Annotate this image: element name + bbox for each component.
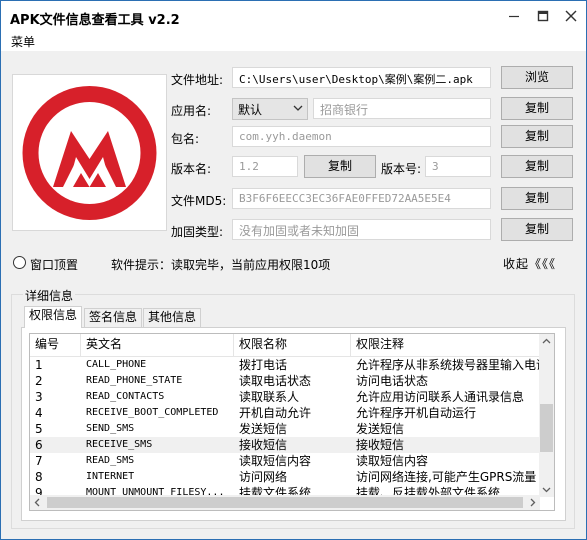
- cell-permission-name: 拨打电话: [239, 358, 288, 372]
- vertical-scrollbar[interactable]: [539, 334, 554, 497]
- app-logo-icon: [21, 83, 158, 222]
- cell-index: 3: [35, 390, 43, 404]
- menu-bar: 菜单: [1, 31, 586, 51]
- table-row[interactable]: 1 CALL_PHONE 拨打电话 允许程序从非系统拨号器里输入电话: [30, 357, 540, 373]
- language-select-value: 默认: [238, 103, 263, 117]
- column-header-english-name[interactable]: 英文名: [81, 334, 234, 356]
- cell-permission-note: 发送短信: [356, 422, 405, 436]
- copy-package-button[interactable]: 复制: [501, 125, 573, 148]
- scroll-left-icon[interactable]: [30, 495, 45, 510]
- cell-permission-note: 访问电话状态: [356, 374, 429, 388]
- cell-english-name: INTERNET: [86, 471, 135, 482]
- topmost-label[interactable]: 窗口顶置: [30, 256, 78, 273]
- table-row[interactable]: 3 READ_CONTACTS 读取联系人 允许应用访问联系人通讯录信息: [30, 389, 540, 405]
- table-row[interactable]: 8 INTERNET 访问网络 访问网络连接,可能产生GPRS流量: [30, 469, 540, 485]
- md5-label: 文件MD5:: [171, 194, 227, 208]
- package-label: 包名:: [171, 132, 200, 146]
- cell-permission-name: 开机自动允许: [239, 406, 312, 420]
- table-row[interactable]: 2 READ_PHONE_STATE 读取电话状态 访问电话状态: [30, 373, 540, 389]
- app-name-label: 应用名:: [171, 104, 212, 118]
- version-name-field[interactable]: 1.2: [232, 156, 298, 177]
- minimize-button[interactable]: [499, 1, 529, 31]
- cell-english-name: CALL_PHONE: [86, 359, 147, 370]
- vertical-scroll-thumb[interactable]: [540, 404, 553, 452]
- horizontal-scroll-thumb[interactable]: [47, 497, 523, 508]
- cell-permission-name: 读取电话状态: [239, 374, 312, 388]
- topmost-radio[interactable]: [13, 256, 26, 269]
- title-bar: APK文件信息查看工具 v2.2: [1, 1, 586, 31]
- cell-index: 5: [35, 422, 43, 436]
- copy-version-code-button[interactable]: 复制: [501, 155, 573, 178]
- cell-english-name: RECEIVE_BOOT_COMPLETED: [86, 407, 219, 418]
- table-row[interactable]: 4 RECEIVE_BOOT_COMPLETED 开机自动允许 允许程序开机自动运行: [30, 405, 540, 421]
- cell-index: 2: [35, 374, 43, 388]
- cell-english-name: READ_SMS: [86, 455, 135, 466]
- cell-permission-name: 访问网络: [239, 470, 288, 484]
- app-name-field[interactable]: 招商银行: [313, 98, 491, 119]
- package-field[interactable]: com.yyh.daemon: [232, 126, 491, 147]
- copy-version-button[interactable]: 复制: [304, 155, 376, 178]
- table-row[interactable]: 6 RECEIVE_SMS 接收短信 接收短信: [30, 437, 540, 453]
- horizontal-scrollbar[interactable]: [30, 495, 540, 510]
- minimize-icon: [509, 15, 519, 18]
- cell-permission-note: 读取短信内容: [356, 454, 429, 468]
- cell-english-name: READ_CONTACTS: [86, 391, 165, 402]
- tab-signature[interactable]: 签名信息: [84, 308, 142, 327]
- language-select[interactable]: 默认: [232, 98, 308, 120]
- copy-md5-button[interactable]: 复制: [501, 187, 573, 210]
- cell-index: 1: [35, 358, 43, 372]
- maximize-icon: [537, 10, 549, 22]
- scroll-up-icon[interactable]: [539, 334, 554, 349]
- tab-permissions[interactable]: 权限信息: [24, 306, 82, 328]
- table-row[interactable]: 7 READ_SMS 读取短信内容 读取短信内容: [30, 453, 540, 469]
- permissions-table[interactable]: 编号 英文名 权限名称 权限注释 1 CALL_PHONE 拨打电话 允许程序从非系统…: [29, 333, 555, 511]
- column-header-permission-note[interactable]: 权限注释: [351, 334, 540, 356]
- cell-index: 8: [35, 470, 43, 484]
- cell-english-name: READ_PHONE_STATE: [86, 375, 183, 386]
- version-name-label: 版本名:: [171, 162, 212, 176]
- maximize-button[interactable]: [528, 1, 558, 31]
- cell-index: 7: [35, 454, 43, 468]
- cell-permission-name: 接收短信: [239, 438, 288, 452]
- copy-protect-button[interactable]: 复制: [501, 218, 573, 241]
- file-path-label: 文件地址:: [171, 73, 224, 87]
- app-icon-frame: [12, 74, 167, 231]
- browse-button[interactable]: 浏览: [501, 66, 573, 89]
- status-hint: 软件提示：读取完毕，当前应用权限10项: [111, 258, 331, 272]
- cell-index: 6: [35, 438, 43, 452]
- chevron-down-icon: [293, 105, 303, 111]
- copy-app-name-button[interactable]: 复制: [501, 97, 573, 120]
- protect-type-field[interactable]: 没有加固或者未知加固: [232, 219, 491, 240]
- details-group-title: 详细信息: [23, 287, 76, 304]
- table-row[interactable]: 5 SEND_SMS 发送短信 发送短信: [30, 421, 540, 437]
- scroll-right-icon[interactable]: [525, 495, 540, 510]
- menu-item-main[interactable]: 菜单: [11, 33, 35, 50]
- cell-english-name: SEND_SMS: [86, 423, 135, 434]
- close-icon: [565, 10, 577, 22]
- cell-index: 4: [35, 406, 43, 420]
- window-title: APK文件信息查看工具 v2.2: [10, 13, 180, 28]
- column-header-permission-name[interactable]: 权限名称: [234, 334, 351, 356]
- close-button[interactable]: [556, 1, 586, 31]
- cell-permission-name: 读取短信内容: [239, 454, 312, 468]
- scroll-down-icon[interactable]: [539, 482, 554, 497]
- column-header-index[interactable]: 编号: [30, 334, 81, 356]
- protect-type-label: 加固类型:: [171, 225, 224, 239]
- cell-permission-note: 访问网络连接,可能产生GPRS流量: [356, 470, 537, 484]
- table-header: 编号 英文名 权限名称 权限注释: [30, 334, 540, 357]
- main-window: APK文件信息查看工具 v2.2 菜单 文件地址: C:\Users\user\…: [0, 0, 587, 540]
- cell-permission-note: 允许应用访问联系人通讯录信息: [356, 390, 525, 404]
- cell-english-name: RECEIVE_SMS: [86, 439, 153, 450]
- cell-permission-name: 发送短信: [239, 422, 288, 436]
- cell-permission-note: 接收短信: [356, 438, 405, 452]
- version-code-label: 版本号:: [381, 162, 422, 176]
- cell-permission-note: 允许程序开机自动运行: [356, 406, 477, 420]
- collapse-link[interactable]: 收起《《《: [503, 255, 556, 272]
- md5-field[interactable]: B3F6F6EECC3EC36FAE0FFED72AA5E5E4: [232, 188, 491, 209]
- version-code-field[interactable]: 3: [425, 156, 491, 177]
- file-path-field[interactable]: C:\Users\user\Desktop\案例\案例二.apk: [232, 67, 491, 88]
- tab-other[interactable]: 其他信息: [143, 308, 201, 327]
- cell-permission-name: 读取联系人: [239, 390, 300, 404]
- cell-permission-note: 允许程序从非系统拨号器里输入电话: [356, 358, 540, 372]
